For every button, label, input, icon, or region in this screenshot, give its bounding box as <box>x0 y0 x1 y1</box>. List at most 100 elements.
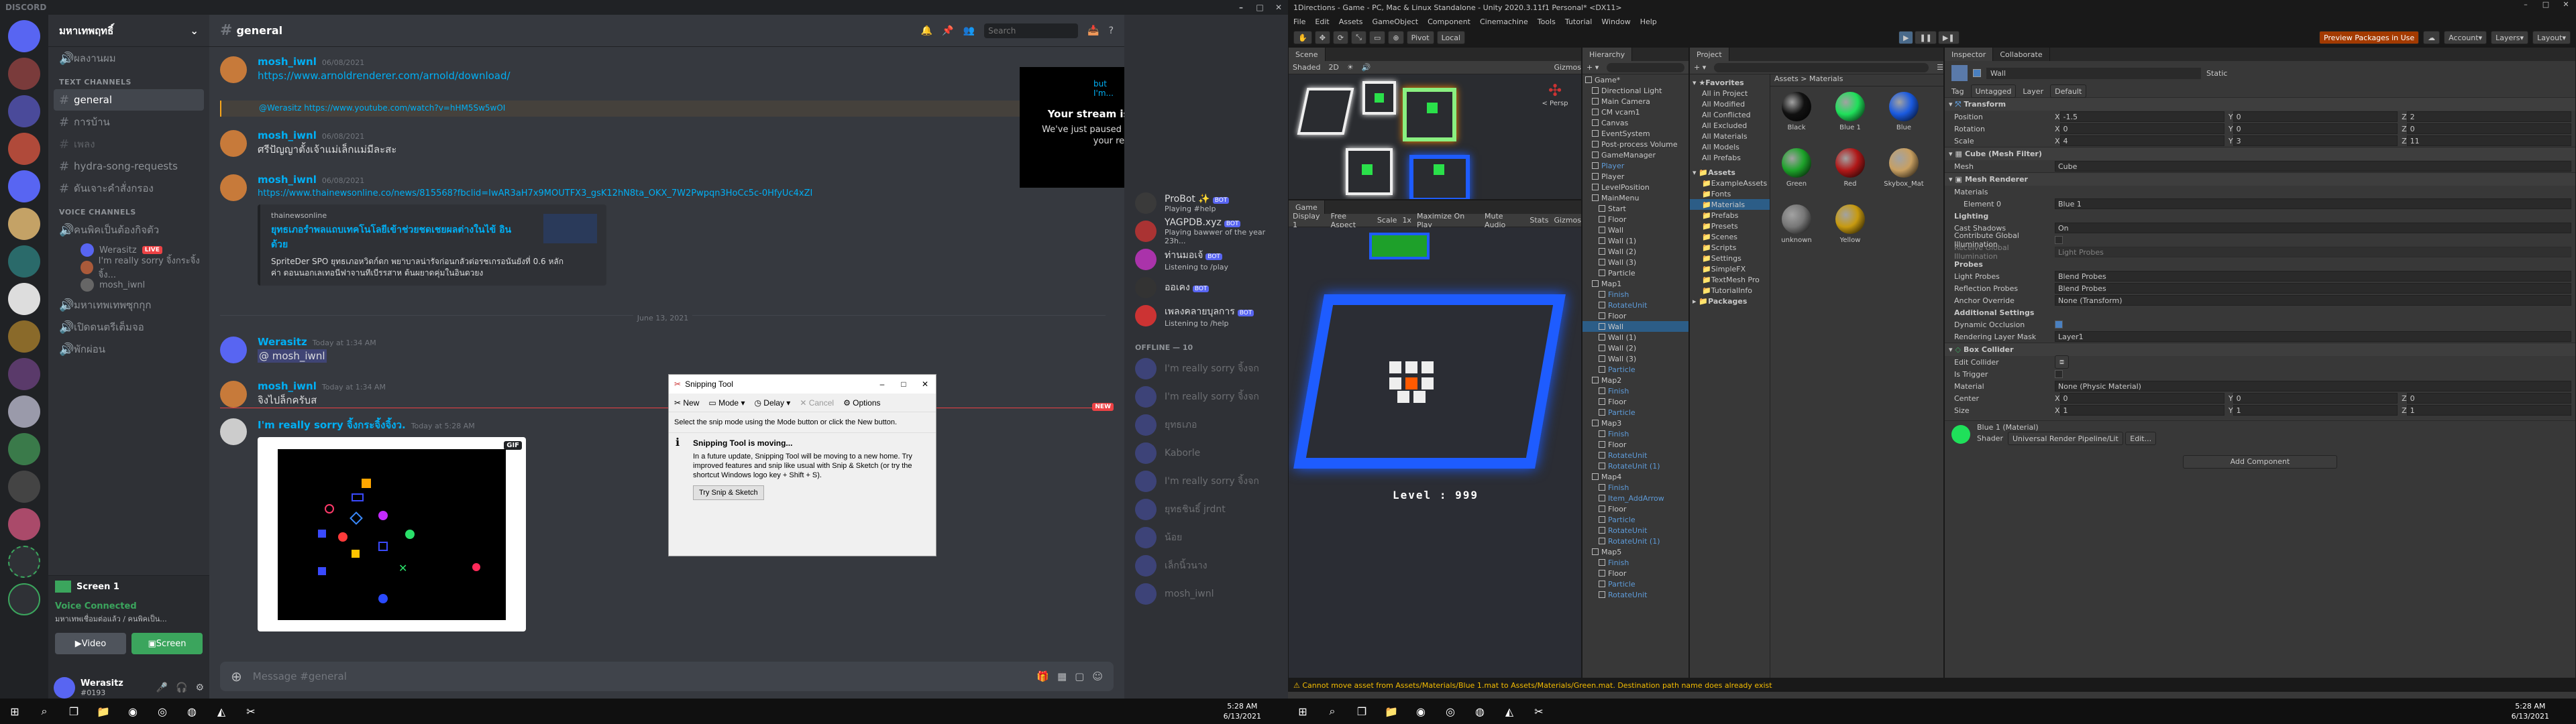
unity-icon[interactable]: ◭ <box>1495 699 1524 724</box>
message-input[interactable]: ⊕ Message #general 🎁 ▦ ▢ ☺ <box>220 662 1114 691</box>
hierarchy-item[interactable]: Map4 <box>1582 471 1688 482</box>
rot-z[interactable]: 0 <box>2406 123 2571 134</box>
member-item[interactable]: mosh_iwnl <box>1130 580 1283 608</box>
inbox-icon[interactable]: 📥 <box>1087 25 1099 36</box>
hierarchy-item[interactable]: Map3 <box>1582 418 1688 428</box>
hierarchy-item[interactable]: Canvas <box>1582 117 1688 128</box>
preview-packages-badge[interactable]: Preview Packages in Use <box>2318 31 2420 44</box>
pos-y[interactable]: 0 <box>2233 111 2398 122</box>
size-y[interactable]: 1 <box>2233 405 2398 416</box>
hierarchy-item[interactable]: Wall <box>1582 321 1688 332</box>
hierarchy-item[interactable]: RotateUnit <box>1582 589 1688 600</box>
tab-hierarchy[interactable]: Hierarchy <box>1582 48 1633 61</box>
server-icon[interactable] <box>8 208 40 240</box>
plus-icon[interactable]: + ▾ <box>1587 63 1599 72</box>
hierarchy-item[interactable]: RotateUnit (1) <box>1582 536 1688 546</box>
server-header[interactable]: มหาเทพฤทธิ์ ⌄ <box>48 15 209 47</box>
member-item[interactable]: ProBot ✨ BOT Playing #help <box>1130 189 1283 217</box>
tab-project[interactable]: Project <box>1690 48 1729 61</box>
hierarchy-item[interactable]: Wall (3) <box>1582 353 1688 364</box>
server-icon[interactable] <box>8 170 40 202</box>
local-toggle[interactable]: Local <box>1436 31 1466 44</box>
steam-icon[interactable]: ◍ <box>1465 699 1495 724</box>
voice-channel-item[interactable]: 🔊 คนพิคเป็นต้องกิจตัว <box>54 219 204 241</box>
rendering-layer-dropdown[interactable]: Layer1 <box>2055 331 2571 342</box>
menu-assets[interactable]: Assets <box>1339 17 1363 26</box>
windows-icon[interactable]: ⊞ <box>0 699 30 724</box>
task-view-icon[interactable]: ❐ <box>59 699 89 724</box>
maximize-icon[interactable]: □ <box>893 379 914 389</box>
active-checkbox[interactable] <box>1973 69 1981 77</box>
hierarchy-item[interactable]: Wall (1) <box>1582 332 1688 343</box>
layers-dropdown[interactable]: Layers ▾ <box>2491 31 2529 44</box>
asset-folder[interactable]: 📁 Settings <box>1690 253 1770 263</box>
hierarchy-search-input[interactable] <box>1607 62 1684 72</box>
gif-icon[interactable]: ▦ <box>1057 670 1067 682</box>
voice-channel-item[interactable]: 🔊 มหาเทพเทพซุกกุก <box>54 294 204 316</box>
hierarchy-item[interactable]: Game* <box>1582 74 1688 85</box>
pin-icon[interactable]: 📌 <box>942 25 953 36</box>
pivot-toggle[interactable]: Pivot <box>1406 31 1434 44</box>
hierarchy-item[interactable]: Finish <box>1582 482 1688 493</box>
scale-x[interactable]: 4 <box>2059 135 2224 146</box>
tab-collaborate[interactable]: Collaborate <box>1993 48 2050 61</box>
avatar[interactable] <box>220 56 247 83</box>
bell-icon[interactable]: 🔔 <box>921 25 932 36</box>
project-search-input[interactable] <box>1714 62 1929 72</box>
plus-circle-icon[interactable]: ⊕ <box>231 668 242 684</box>
member-item[interactable]: ออเคง BOT <box>1130 274 1283 302</box>
maximize-on-play-toggle[interactable]: Maximize On Play <box>1417 212 1479 229</box>
close-icon[interactable]: ✕ <box>1269 0 1288 15</box>
task-view-icon[interactable]: ❐ <box>1347 699 1377 724</box>
scale-y[interactable]: 3 <box>2233 135 2398 146</box>
shader-dropdown[interactable]: Universal Render Pipeline/Lit <box>2007 432 2123 445</box>
channel-item-general[interactable]: # general <box>54 89 204 111</box>
close-icon[interactable]: ✕ <box>2556 0 2576 9</box>
mode-button[interactable]: ▭ Mode ▾ <box>708 398 745 408</box>
hierarchy-item[interactable]: RotateUnit <box>1582 450 1688 461</box>
scale-tool-icon[interactable]: ⤡ <box>1351 31 1366 44</box>
hierarchy-item[interactable]: Player <box>1582 171 1688 182</box>
user-mention[interactable]: @ mosh_iwnl <box>258 349 327 363</box>
transform-header[interactable]: ▾ ⤧ Transform <box>1945 97 2575 111</box>
add-component-button[interactable]: Add Component <box>2183 455 2337 469</box>
2d-toggle[interactable]: 2D <box>1328 63 1338 72</box>
search-input[interactable] <box>984 23 1079 38</box>
asset-folder[interactable]: 📁 Scripts <box>1690 242 1770 253</box>
size-x[interactable]: 1 <box>2059 405 2224 416</box>
rot-x[interactable]: 0 <box>2059 123 2224 134</box>
menu-component[interactable]: Component <box>1428 17 1470 26</box>
gear-icon[interactable]: ⚙ <box>195 682 204 693</box>
pos-z[interactable]: 2 <box>2406 111 2571 122</box>
material-asset[interactable]: Blue 1 <box>1829 92 1871 131</box>
size-z[interactable]: 1 <box>2406 405 2571 416</box>
message-author[interactable]: I'm really sorry จิ้งกระจิ้งจิ้งว. <box>258 419 406 431</box>
server-icon[interactable] <box>8 471 40 503</box>
hierarchy-item[interactable]: Wall <box>1582 225 1688 235</box>
favorite-item[interactable]: All Materials <box>1690 131 1770 141</box>
message-author[interactable]: Werasitz <box>258 336 307 348</box>
scene-gizmo[interactable]: ✣ < Persp <box>1538 81 1572 115</box>
server-icon[interactable] <box>8 508 40 540</box>
account-dropdown[interactable]: Account ▾ <box>2444 31 2487 44</box>
object-name-field[interactable]: Wall <box>1986 67 2201 79</box>
gift-icon[interactable]: 🎁 <box>1036 670 1049 682</box>
voice-channel-item[interactable]: 🔊 เปิดดนตรีเต็มจอ <box>54 316 204 338</box>
member-item[interactable]: ยุทธเภอ <box>1130 411 1283 439</box>
shader-edit-button[interactable]: Edit... <box>2125 432 2157 445</box>
avatar[interactable] <box>220 381 247 408</box>
server-icon[interactable] <box>8 133 40 165</box>
message-link[interactable]: https://www.arnoldrenderer.com/arnold/do… <box>258 69 1106 82</box>
embed-title[interactable]: ยุทธเภอรำพลแถบเทคโนโลยีเข้าช่วยชดเชยผลต่… <box>271 223 526 252</box>
hierarchy-item[interactable]: Particle <box>1582 407 1688 418</box>
avatar[interactable] <box>54 677 75 699</box>
element0-field[interactable]: Blue 1 <box>2055 198 2571 209</box>
hierarchy-item[interactable]: Wall (3) <box>1582 257 1688 267</box>
channel-item[interactable]: # เพลง <box>54 133 204 155</box>
center-y[interactable]: 0 <box>2233 393 2398 404</box>
game-viewport[interactable]: Level : 999 <box>1289 227 1581 678</box>
new-button[interactable]: ✂ New <box>674 398 699 408</box>
light-probes-dropdown[interactable]: Blend Probes <box>2055 271 2571 282</box>
anchor-field[interactable]: None (Transform) <box>2055 295 2571 306</box>
hierarchy-item[interactable]: Finish <box>1582 385 1688 396</box>
